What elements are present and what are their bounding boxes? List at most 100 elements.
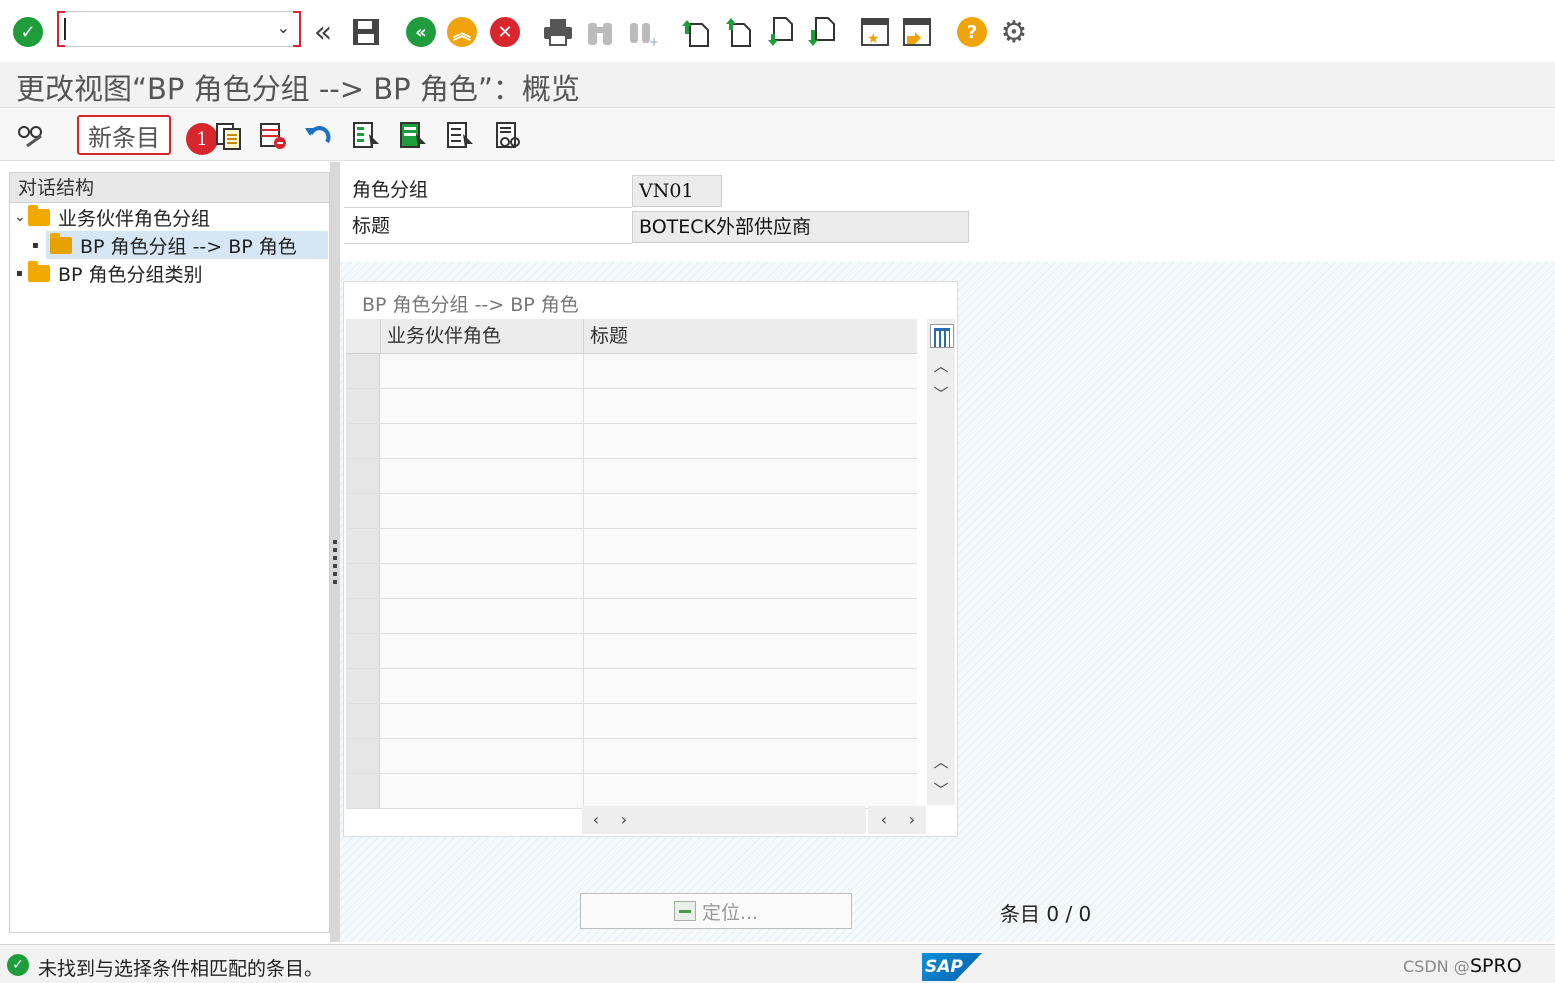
table-row[interactable] [346,389,917,424]
table-row[interactable] [346,424,917,459]
first-page-icon[interactable] [678,14,714,50]
horizontal-scrollbar-left[interactable]: ‹ › [582,806,866,834]
find-icon[interactable] [582,14,618,50]
copy-as-icon[interactable] [210,117,246,153]
cell-title [584,634,917,668]
row-selector[interactable] [346,459,380,493]
role-grouping-value: VN01 [632,175,722,207]
row-selector[interactable] [346,529,380,563]
row-selector[interactable] [346,494,380,528]
undo-icon[interactable] [300,117,336,153]
print-icon[interactable] [540,14,576,50]
vertical-scrollbar[interactable]: ︿ ﹀ ︿ ﹀ [927,319,955,805]
select-all-rows-cell[interactable] [346,319,381,354]
panel-splitter[interactable] [330,162,340,942]
column-header-bp-role[interactable]: 业务伙伴角色 [381,319,584,354]
position-button[interactable]: 定位... [580,893,852,929]
back-icon[interactable]: « [403,14,439,50]
cell-bp-role[interactable] [381,389,584,423]
row-selector[interactable] [346,634,380,668]
row-selector[interactable] [346,389,380,423]
cell-bp-role[interactable] [381,424,584,458]
table-row[interactable] [346,669,917,704]
select-block-icon[interactable] [395,117,431,153]
system-toolbar: ✓ ⌄ « « ︽ ✕ + ★ ? ⚙ [0,0,1555,62]
scroll-left-icon[interactable]: ‹ [874,809,894,831]
print-view-icon[interactable] [490,117,526,153]
table-row[interactable] [346,564,917,599]
table-row[interactable] [346,459,917,494]
cell-title [584,459,917,493]
delete-icon[interactable] [254,117,290,153]
cell-bp-role[interactable] [381,459,584,493]
command-input[interactable] [66,16,266,42]
tree-item-bp-role-grouping[interactable]: ⌄ 业务伙伴角色分组 [14,203,210,231]
row-selector[interactable] [346,739,380,773]
chevron-down-icon[interactable]: ⌄ [14,209,28,225]
table-settings-icon[interactable] [930,324,954,348]
status-message[interactable]: 未找到与选择条件相匹配的条目。 [38,954,323,981]
cell-bp-role[interactable] [381,704,584,738]
next-page-icon[interactable] [762,14,798,50]
row-selector[interactable] [346,704,380,738]
tree-item-selected-highlight[interactable]: BP 角色分组 --> BP 角色 [46,231,328,259]
collapse-icon[interactable]: « [305,14,341,50]
row-selector[interactable] [346,774,380,808]
scroll-right-icon[interactable]: › [902,809,922,831]
select-all-icon[interactable] [348,117,384,153]
chevron-down-icon[interactable]: ⌄ [277,18,290,37]
horizontal-scrollbar-right[interactable]: ‹ › [868,806,926,834]
row-selector[interactable] [346,564,380,598]
role-table-control: BP 角色分组 --> BP 角色 业务伙伴角色 标题 ︿ ﹀ ︿ ﹀ ‹ › … [343,281,958,837]
command-field[interactable]: ⌄ [57,11,301,47]
cancel-icon[interactable]: ✕ [487,14,523,50]
scroll-up-icon[interactable]: ︿ [931,355,951,377]
table-caption: BP 角色分组 --> BP 角色 [362,294,579,316]
table-row[interactable] [346,529,917,564]
help-icon[interactable]: ? [954,14,990,50]
table-row[interactable] [346,739,917,774]
table-row[interactable] [346,354,917,389]
find-next-icon[interactable]: + [624,14,660,50]
row-selector[interactable] [346,354,380,388]
table-row[interactable] [346,634,917,669]
cell-bp-role[interactable] [381,494,584,528]
cell-bp-role[interactable] [381,529,584,563]
enter-icon[interactable]: ✓ [10,14,46,50]
cell-bp-role[interactable] [381,634,584,668]
transaction-code[interactable]: SPRO [1470,955,1522,977]
cell-bp-role[interactable] [381,564,584,598]
shortcut-icon[interactable] [899,14,935,50]
tree-item-bp-role-group-category[interactable]: ▪ BP 角色分组类别 [16,259,203,287]
page-title: 更改视图“BP 角色分组 --> BP 角色”：概览 [16,72,580,106]
exit-icon[interactable]: ︽ [444,14,480,50]
cell-bp-role[interactable] [381,669,584,703]
tree-item-label: BP 角色分组 --> BP 角色 [80,235,297,258]
row-selector[interactable] [346,669,380,703]
previous-page-icon[interactable] [720,14,756,50]
settings-gear-icon[interactable]: ⚙ [996,14,1032,50]
deselect-all-icon[interactable] [442,117,478,153]
row-selector[interactable] [346,599,380,633]
create-session-icon[interactable]: ★ [857,14,893,50]
save-icon[interactable] [348,14,384,50]
table-row[interactable] [346,774,917,809]
page-down-icon[interactable]: ﹀ [931,779,951,801]
display-change-icon[interactable] [12,117,48,153]
column-header-title[interactable]: 标题 [584,319,917,354]
last-page-icon[interactable] [804,14,840,50]
new-entries-button[interactable]: 新条目 [77,115,171,155]
page-up-icon[interactable]: ︿ [931,751,951,773]
cell-bp-role[interactable] [381,774,584,808]
scroll-down-icon[interactable]: ﹀ [931,383,951,405]
cell-bp-role[interactable] [381,354,584,388]
cell-bp-role[interactable] [381,739,584,773]
scroll-right-icon[interactable]: › [614,809,634,831]
tree-item-bp-role-group-to-role[interactable]: ▪ BP 角色分组 --> BP 角色 [32,231,328,259]
table-row[interactable] [346,494,917,529]
table-row[interactable] [346,599,917,634]
table-row[interactable] [346,704,917,739]
scroll-left-icon[interactable]: ‹ [586,809,606,831]
cell-bp-role[interactable] [381,599,584,633]
row-selector[interactable] [346,424,380,458]
